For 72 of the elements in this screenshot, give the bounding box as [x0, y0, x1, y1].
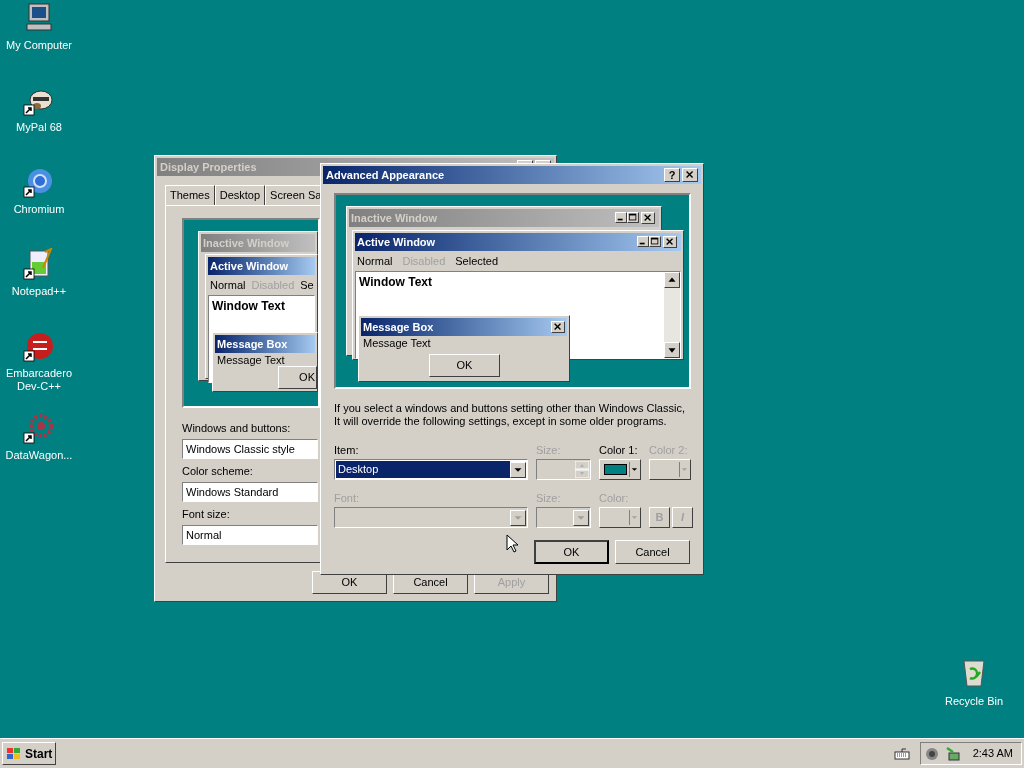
computer-icon[interactable]: [23, 2, 55, 34]
tab[interactable]: Desktop: [214, 185, 266, 205]
color-picker[interactable]: [599, 507, 641, 528]
select-field[interactable]: Windows Classic style: [182, 439, 318, 459]
icon-label: DataWagon...: [4, 449, 74, 462]
close-icon[interactable]: [641, 212, 655, 224]
help-button[interactable]: ?: [664, 168, 680, 182]
keyboard-icon[interactable]: [893, 746, 910, 761]
icon-label: Chromium: [12, 203, 66, 216]
dialog-button[interactable]: OK: [534, 540, 609, 565]
window-title: Message Box: [217, 336, 288, 352]
minimize-icon[interactable]: [637, 236, 649, 247]
icon-label: MyPal 68: [15, 121, 63, 134]
window-title: Advanced Appearance: [326, 167, 445, 183]
menu-item[interactable]: Se: [300, 276, 314, 294]
window-title: Active Window: [357, 234, 436, 250]
select-field[interactable]: Windows Standard: [182, 482, 318, 502]
dropdown-field[interactable]: [536, 507, 591, 528]
window-text: Window Text: [359, 274, 432, 291]
dialog-button[interactable]: Cancel: [615, 540, 690, 565]
ok-button[interactable]: OK: [278, 366, 317, 389]
clock[interactable]: 2:43 AM: [972, 745, 1013, 762]
window-title: Inactive Window: [351, 210, 438, 226]
message-text: Message Text: [363, 337, 431, 349]
menu-item[interactable]: Normal: [210, 276, 246, 294]
minimize-icon[interactable]: [615, 212, 627, 223]
browser-icon[interactable]: [23, 166, 55, 198]
icon-label: Embarcadero Dev-C++: [4, 367, 73, 393]
window-title: Display Properties: [160, 159, 257, 175]
icon-label: My Computer: [5, 39, 73, 52]
close-icon[interactable]: [663, 236, 677, 248]
select-field[interactable]: Normal: [182, 525, 318, 545]
field-value: Windows Classic style: [186, 441, 295, 457]
windows-logo-icon: [6, 746, 22, 761]
note-text: If you select a windows and buttons setting other than Windows Classic, It will override the following settings, except in some older programs.: [334, 402, 686, 428]
start-button[interactable]: Start: [2, 742, 57, 765]
cursor-icon: [506, 534, 518, 553]
color-picker[interactable]: [649, 459, 691, 480]
color-picker[interactable]: [599, 459, 641, 480]
menu-item[interactable]: Selected: [455, 252, 499, 270]
icon-label: Recycle Bin: [944, 694, 1004, 709]
field-value: Desktop: [337, 462, 379, 478]
menu-item[interactable]: Normal: [357, 252, 393, 270]
field-label: Item:: [334, 444, 359, 457]
dropdown-field[interactable]: Desktop: [334, 459, 528, 480]
message-text: Message Text: [217, 354, 285, 366]
field-value: Windows Standard: [186, 484, 279, 500]
scroll-up-icon[interactable]: [664, 272, 680, 288]
scroll-down-icon[interactable]: [664, 342, 680, 358]
maximize-icon[interactable]: [649, 236, 661, 247]
window-text: Window Text: [212, 298, 285, 315]
window-title: Active Window: [210, 258, 289, 274]
field-label: Font size:: [182, 508, 230, 521]
close-icon[interactable]: [682, 168, 698, 182]
close-icon[interactable]: [551, 321, 565, 333]
icon-label: Notepad++: [10, 285, 68, 298]
field-label: Windows and buttons:: [182, 422, 291, 435]
field-value: Normal: [186, 527, 222, 543]
size-spinner[interactable]: [536, 459, 591, 480]
gear-icon[interactable]: [23, 412, 55, 444]
window-title: Message Box: [363, 319, 434, 335]
notepad-icon[interactable]: [23, 248, 55, 280]
maximize-icon[interactable]: [627, 212, 639, 223]
dev-logo-icon[interactable]: [23, 330, 55, 362]
tab[interactable]: Themes: [165, 185, 215, 205]
network-icon[interactable]: [944, 745, 961, 762]
field-label: Color 1:: [599, 444, 638, 457]
dropdown-field[interactable]: [334, 507, 528, 528]
field-label: Color scheme:: [182, 465, 253, 478]
dropdown-arrow-icon[interactable]: [629, 462, 638, 477]
ok-button[interactable]: OK: [429, 354, 500, 377]
window-title: Inactive Window: [203, 235, 290, 251]
